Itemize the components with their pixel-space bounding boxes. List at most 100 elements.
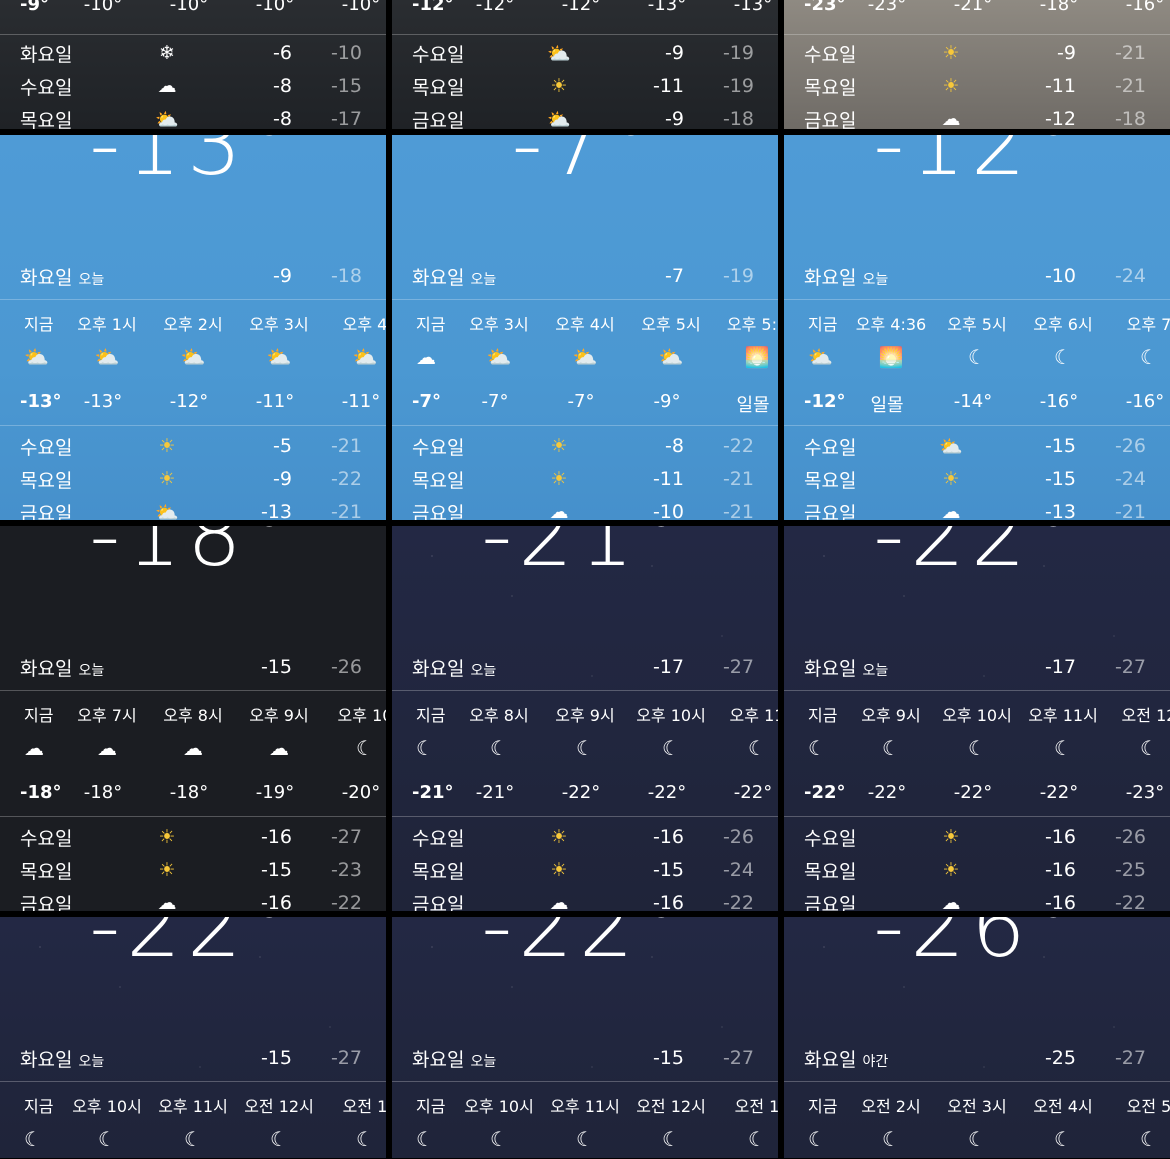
day-label: 수요일 xyxy=(20,827,73,850)
low-temp: -22 xyxy=(330,892,362,911)
today-row: 화요일 야간 -25 -27 xyxy=(804,1043,1146,1073)
hour-labels: 지금 오후 4:36 오후 5시 오후 6시 오후 7 xyxy=(784,311,1170,335)
daily-row: 목요일 ☀ -15 -24 xyxy=(804,464,1146,494)
low-temp: -27 xyxy=(1114,656,1146,678)
hour-temp: -11° xyxy=(341,391,381,412)
hour-labels: 지금 오후 10시 오후 11시 오전 12시 오전 1 xyxy=(392,1093,778,1117)
hour-label: 오전 12 xyxy=(1121,706,1170,725)
low-temp: -24 xyxy=(1114,468,1146,490)
low-temp: -26 xyxy=(1114,435,1146,457)
hourly-temps: -9° -10° -10° -10° -10° xyxy=(0,0,386,15)
day-label: 수요일 xyxy=(804,827,857,850)
hour-temp: -7° xyxy=(567,391,595,412)
low-temp: -19 xyxy=(722,75,754,97)
hour-label: 오후 11시 xyxy=(158,1097,228,1116)
hour-label: 오전 1 xyxy=(734,1097,778,1116)
daily-row: 목요일 ☀ -11 -21 xyxy=(804,71,1146,101)
hour-label: 지금 xyxy=(808,1097,838,1116)
partly-cloudy-icon: ⛅ xyxy=(808,345,833,369)
moon-icon: ☾ xyxy=(1054,736,1072,760)
high-temp: -15 xyxy=(1044,468,1076,490)
high-temp: -25 xyxy=(1044,1047,1076,1069)
hour-temp: -7° xyxy=(481,391,509,412)
high-temp: -8 xyxy=(665,435,684,457)
hour-icons: ☾ ☾ ☾ ☾ ☾ xyxy=(0,1127,386,1151)
hour-label: 오전 3시 xyxy=(947,1097,1007,1116)
day-label: 화요일 오늘 xyxy=(412,1045,614,1072)
moon-icon: ☾ xyxy=(576,1127,594,1151)
low-temp: -18 xyxy=(330,265,362,287)
today-day: 화요일 xyxy=(412,266,465,289)
hour-label: 오후 10시 xyxy=(72,1097,142,1116)
moon-icon: ☾ xyxy=(490,736,508,760)
today-tag: 오늘 xyxy=(78,271,105,288)
daily-row: 금요일 ☁ -13 -21 xyxy=(804,497,1146,520)
daily-row: 수요일 ☀ -5 -21 xyxy=(20,431,362,461)
partly-cloudy-icon: ⛅ xyxy=(486,345,512,369)
moon-icon: ☾ xyxy=(356,736,374,760)
daily-row: 목요일 ⛅ -8 -17 xyxy=(20,104,362,129)
hour-temp: -10° xyxy=(255,0,295,15)
hour-label: 오후 1시 xyxy=(77,315,137,334)
moon-icon: ☾ xyxy=(808,736,826,760)
hour-temp: -22° xyxy=(804,782,846,803)
sun-icon: ☀ xyxy=(550,75,568,97)
sun-icon: ☀ xyxy=(550,435,568,457)
panel-11: -22° 화요일 오늘 -15 -27 지금 오후 10시 오후 11시 오전 1… xyxy=(392,917,778,1158)
hour-label: 오후 5:3 xyxy=(726,315,778,334)
hour-label: 지금 xyxy=(416,1097,446,1116)
high-temp: -5 xyxy=(273,435,292,457)
partly-cloudy-icon: ⛅ xyxy=(24,345,49,369)
hour-temp: -22° xyxy=(647,782,687,803)
high-temp: -7 xyxy=(665,265,684,287)
low-temp: -22 xyxy=(722,435,754,457)
daily-row: 수요일 ☀ -9 -21 xyxy=(804,38,1146,68)
daily-row: 수요일 ☀ -8 -22 xyxy=(412,431,754,461)
cloud-icon: ☁ xyxy=(157,892,177,911)
current-temp: -13° xyxy=(89,135,297,195)
high-temp: -15 xyxy=(1044,435,1076,457)
moon-icon: ☾ xyxy=(416,1127,434,1151)
current-temp: -21° xyxy=(481,526,689,586)
low-temp: -22 xyxy=(330,468,362,490)
today-day: 화요일 xyxy=(20,657,73,680)
high-temp: -10 xyxy=(1044,265,1076,287)
high-temp: -17 xyxy=(652,656,684,678)
hourly-temps: -23° -23° -21° -18° -16° xyxy=(784,0,1170,15)
daily-row: 금요일 ☁ -16 -22 xyxy=(412,888,754,911)
moon-icon: ☾ xyxy=(24,1127,42,1151)
hour-temp: 일몰 xyxy=(736,395,770,416)
sun-icon: ☀ xyxy=(158,859,176,881)
sun-icon: ☀ xyxy=(550,859,568,881)
low-temp: -21 xyxy=(1114,75,1146,97)
day-label: 화요일 오늘 xyxy=(20,654,222,681)
daily-row: 금요일 ☁ -10 -21 xyxy=(412,497,754,520)
high-temp: -8 xyxy=(273,75,292,97)
low-temp: -24 xyxy=(722,859,754,881)
hour-temp: -16° xyxy=(1125,391,1165,412)
sunset-icon: 🌅 xyxy=(878,345,904,369)
today-row: 화요일 오늘 -9 -18 xyxy=(20,261,362,291)
cloudy-night-icon: ☁ xyxy=(97,736,117,760)
hour-temps: -18° -18° -18° -19° -20° xyxy=(0,782,386,803)
high-temp: -11 xyxy=(652,468,684,490)
daily-row: 목요일 ☀ -16 -25 xyxy=(804,855,1146,885)
day-label: 목요일 xyxy=(412,469,465,492)
hour-temp: -21° xyxy=(475,782,515,803)
hour-label: 오후 10 xyxy=(337,706,386,725)
hour-label: 오후 5시 xyxy=(947,315,1007,334)
hour-label: 지금 xyxy=(24,1097,54,1116)
high-temp: -15 xyxy=(652,859,684,881)
hour-label: 지금 xyxy=(416,706,446,725)
hour-temp: -23° xyxy=(1125,782,1165,803)
high-temp: -9 xyxy=(665,42,684,64)
cloud-icon: ☁ xyxy=(157,75,177,97)
partly-cloudy-icon: ⛅ xyxy=(547,108,571,130)
hour-temps: -13° -13° -12° -11° -11° xyxy=(0,391,386,412)
daily-row: 금요일 ⛅ -13 -21 xyxy=(20,497,362,520)
high-temp: -9 xyxy=(273,468,292,490)
daily-row: 목요일 ☀ -15 -24 xyxy=(412,855,754,885)
hour-temp: -12° xyxy=(169,391,209,412)
moon-icon: ☾ xyxy=(184,1127,202,1151)
hour-label: 오후 11시 xyxy=(1028,706,1098,725)
